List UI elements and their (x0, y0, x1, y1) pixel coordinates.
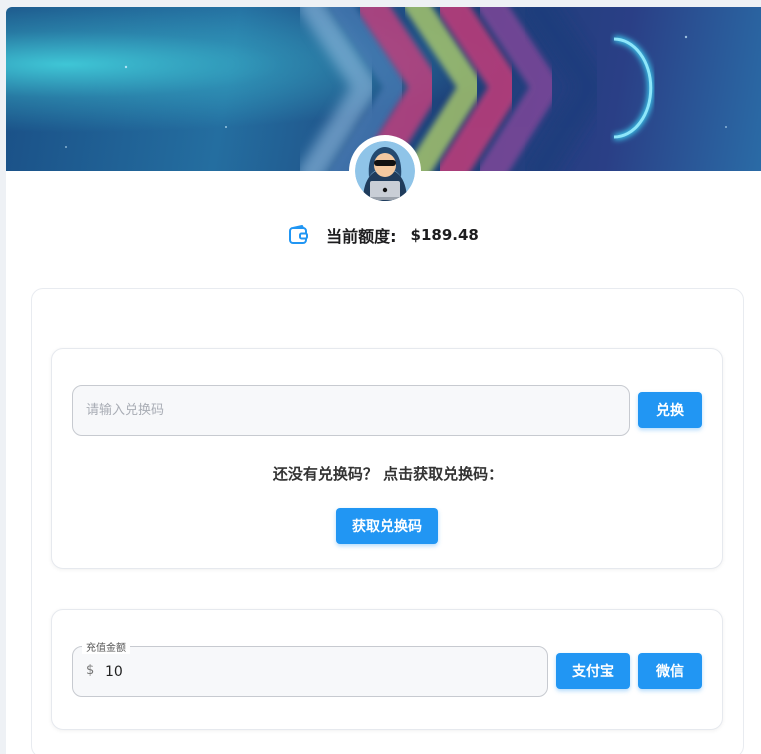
balance-row: 当前额度: $189.48 (6, 223, 761, 247)
redeem-code-input[interactable] (73, 386, 629, 435)
amount-input[interactable] (105, 647, 525, 696)
recharge-card: 充值金额 $ 支付宝 微信 (51, 609, 723, 730)
balance-value: $189.48 (410, 226, 479, 244)
redeem-button[interactable]: 兑换 (638, 392, 702, 428)
get-code-prompt: 还没有兑换码？ 点击获取兑换码： (272, 465, 504, 483)
balance-label: 当前额度: (326, 227, 397, 246)
currency-prefix: $ (86, 663, 95, 678)
amount-field[interactable]: 充值金额 $ (72, 639, 548, 697)
wallet-icon (288, 224, 310, 246)
redeem-card: 兑换 还没有兑换码？ 点击获取兑换码： 获取兑换码 (51, 348, 723, 569)
hacker-avatar-icon (355, 141, 415, 201)
page-container: 当前额度: $189.48 兑换 还没有兑换码？ 点击获取兑换码： 获取兑换码 … (6, 7, 761, 754)
wechat-button[interactable]: 微信 (638, 653, 702, 689)
redeem-code-field[interactable] (72, 385, 630, 436)
get-code-button[interactable]: 获取兑换码 (336, 508, 438, 544)
alipay-button[interactable]: 支付宝 (556, 653, 630, 689)
avatar[interactable] (355, 141, 415, 201)
